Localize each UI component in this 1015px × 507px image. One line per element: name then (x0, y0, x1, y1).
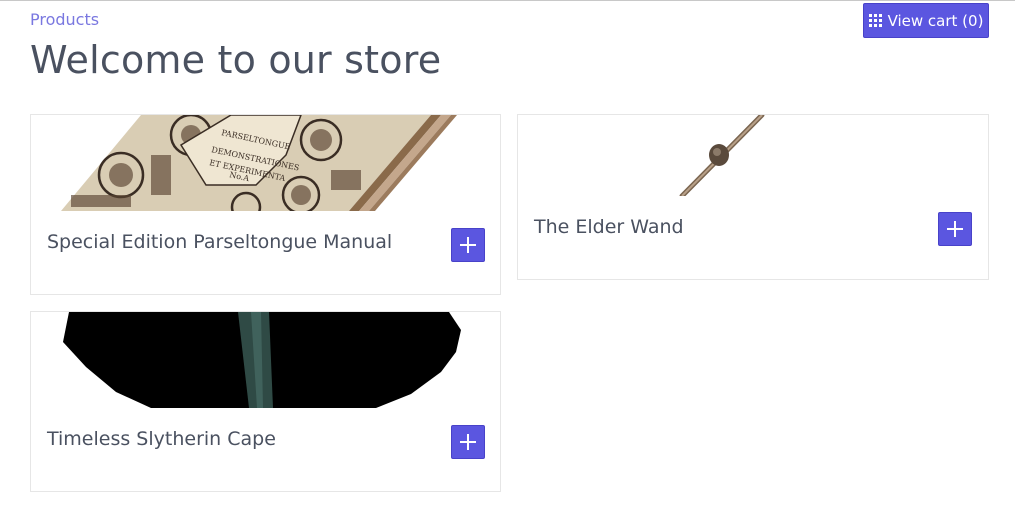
view-cart-label: View cart (0) (887, 11, 984, 30)
breadcrumb-products[interactable]: Products (30, 10, 99, 29)
product-card: PARSELTONGUE DEMONSTRATIONES ET EXPERIME… (30, 114, 501, 295)
parseltongue-book-image[interactable]: PARSELTONGUE DEMONSTRATIONES ET EXPERIME… (31, 115, 500, 211)
product-name: Timeless Slytherin Cape (47, 428, 276, 450)
add-to-cart-button[interactable] (451, 228, 485, 262)
product-name: The Elder Wand (534, 216, 684, 238)
product-name: Special Edition Parseltongue Manual (47, 231, 393, 253)
add-to-cart-button[interactable] (451, 425, 485, 459)
product-card: The Elder Wand (517, 114, 989, 280)
grid-icon (868, 14, 882, 27)
top-divider (0, 0, 1015, 1)
page-title: Welcome to our store (30, 38, 442, 82)
add-to-cart-button[interactable] (938, 212, 972, 246)
product-card: Timeless Slytherin Cape (30, 311, 501, 492)
slytherin-cape-image[interactable] (31, 312, 500, 408)
view-cart-button[interactable]: View cart (0) (863, 3, 989, 38)
elder-wand-image[interactable] (518, 115, 988, 196)
